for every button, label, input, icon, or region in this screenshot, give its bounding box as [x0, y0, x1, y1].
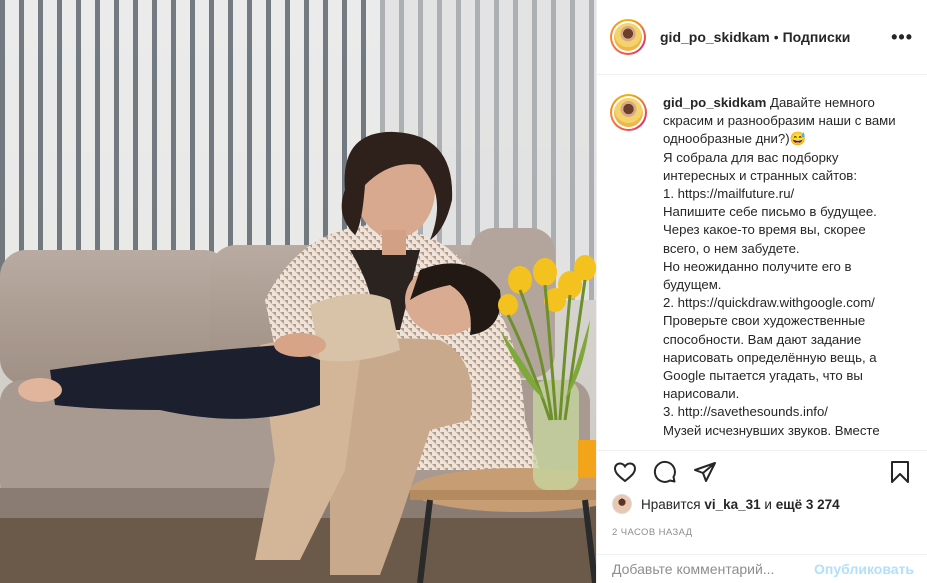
caption-text: gid_po_skidkam Давайте немного скрасим и…: [663, 94, 903, 446]
action-bar: [597, 450, 927, 492]
post-timestamp[interactable]: 2 ЧАСОВ НАЗАД: [612, 527, 693, 538]
caption-avatar[interactable]: [610, 94, 647, 131]
caption-body: Давайте немного скрасим и разнообразим н…: [663, 95, 896, 438]
publish-button[interactable]: Опубликовать: [814, 561, 914, 577]
post-side-panel: gid_po_skidkam • Подписки ••• gid_po_ski…: [596, 0, 927, 583]
liker-avatar[interactable]: [612, 494, 632, 514]
author-avatar[interactable]: [610, 19, 646, 55]
comment-input[interactable]: [612, 561, 812, 577]
post-photo[interactable]: [0, 0, 596, 583]
caption-username[interactable]: gid_po_skidkam: [663, 95, 766, 110]
bookmark-icon[interactable]: [886, 458, 914, 486]
heart-icon[interactable]: [611, 458, 639, 486]
photo-illustration: [0, 0, 596, 583]
author-username[interactable]: gid_po_skidkam: [660, 29, 770, 45]
likes-conjunction: и: [764, 496, 772, 512]
instagram-post-view: gid_po_skidkam • Подписки ••• gid_po_ski…: [0, 0, 927, 583]
liker-username[interactable]: vi_ka_31: [704, 497, 760, 512]
share-icon[interactable]: [691, 458, 719, 486]
following-button[interactable]: Подписки: [783, 29, 851, 45]
likes-prefix: Нравится: [641, 496, 701, 512]
more-horizontal-icon[interactable]: •••: [891, 27, 913, 48]
header-separator: •: [773, 29, 779, 45]
post-header: gid_po_skidkam • Подписки •••: [597, 0, 927, 75]
likes-summary: Нравится vi_ka_31 и ещё 3 274: [612, 494, 840, 514]
comment-bar: Опубликовать: [597, 554, 927, 583]
caption-block: gid_po_skidkam Давайте немного скрасим и…: [597, 76, 927, 446]
likes-count[interactable]: ещё 3 274: [776, 497, 840, 512]
comment-icon[interactable]: [651, 458, 679, 486]
